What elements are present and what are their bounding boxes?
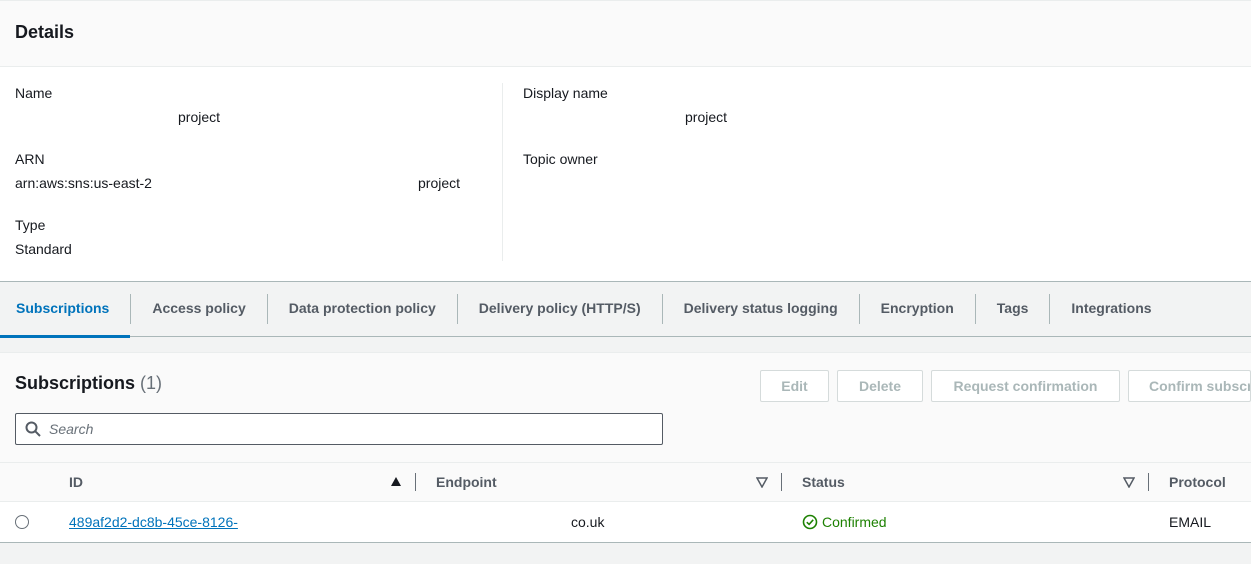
check-circle-icon [802, 514, 818, 530]
details-column-divider [502, 83, 503, 261]
tab-delivery-status-logging[interactable]: Delivery status logging [663, 281, 859, 337]
column-header-status[interactable]: Status [802, 463, 845, 501]
display-name-label: Display name [523, 85, 608, 101]
arn-field: ARN arn:aws:sns:us-east-2 project [15, 149, 495, 193]
sort-descending-icon[interactable] [756, 476, 768, 488]
arn-label: ARN [15, 151, 45, 167]
subscriptions-count: (1) [140, 373, 163, 393]
topic-owner-value [523, 173, 1003, 193]
subscriptions-title: Subscriptions (1) [15, 373, 162, 394]
name-value-text: project [178, 109, 221, 125]
details-panel: Details Name project ARN arn:aws:sns:us-… [0, 0, 1251, 281]
search-box[interactable] [15, 413, 663, 445]
arn-value: arn:aws:sns:us-east-2 project [15, 173, 495, 193]
confirm-subscription-button[interactable]: Confirm subscription [1128, 370, 1251, 402]
subscriptions-panel: Subscriptions (1) Edit Delete Request co… [0, 352, 1251, 543]
tab-delivery-policy[interactable]: Delivery policy (HTTP/S) [458, 281, 662, 337]
arn-suffix: project [418, 175, 461, 191]
request-confirmation-button[interactable]: Request confirmation [931, 370, 1120, 402]
display-name-value-text: project [685, 109, 728, 125]
subscriptions-title-text: Subscriptions [15, 373, 136, 393]
column-header-protocol[interactable]: Protocol [1169, 463, 1226, 501]
tab-subscriptions[interactable]: Subscriptions [0, 281, 131, 338]
column-separator[interactable] [781, 473, 782, 491]
display-name-field: Display name project [523, 83, 1003, 127]
display-name-value: project [523, 107, 1003, 127]
tab-data-protection-policy[interactable]: Data protection policy [268, 281, 457, 337]
column-header-id[interactable]: ID [69, 463, 83, 501]
tab-encryption[interactable]: Encryption [860, 281, 975, 337]
subscription-status-text: Confirmed [822, 514, 887, 530]
column-separator[interactable] [415, 473, 416, 491]
table-row[interactable]: 489af2d2-dc8b-45ce-8126- co.uk Confirmed… [0, 502, 1251, 543]
edit-button[interactable]: Edit [760, 370, 829, 402]
type-label: Type [15, 217, 46, 233]
sort-descending-icon[interactable] [1123, 476, 1135, 488]
row-select-radio[interactable] [15, 515, 29, 529]
details-title: Details [15, 22, 75, 42]
search-icon [25, 421, 41, 437]
delete-button[interactable]: Delete [837, 370, 923, 402]
topic-owner-field: Topic owner [523, 149, 1003, 193]
sort-ascending-icon[interactable] [390, 476, 402, 488]
name-field: Name project [15, 83, 495, 127]
search-input[interactable] [49, 421, 649, 437]
tab-tags[interactable]: Tags [976, 281, 1050, 337]
topic-tabs: Subscriptions Access policy Data protect… [0, 281, 1251, 338]
details-header: Details [0, 1, 1251, 67]
type-field: Type Standard [15, 215, 495, 259]
topic-owner-label: Topic owner [523, 151, 598, 167]
type-value: Standard [15, 241, 72, 257]
column-header-endpoint[interactable]: Endpoint [436, 463, 497, 501]
subscription-id-link[interactable]: 489af2d2-dc8b-45ce-8126- [69, 502, 238, 542]
arn-prefix: arn:aws:sns:us-east-2 [15, 175, 152, 191]
name-value: project [15, 107, 495, 127]
subscription-endpoint: co.uk [571, 514, 605, 530]
subscription-protocol: EMAIL [1169, 514, 1212, 530]
table-header: ID Endpoint Status Protocol [0, 462, 1251, 502]
name-label: Name [15, 85, 53, 101]
column-separator[interactable] [1148, 473, 1149, 491]
tab-integrations[interactable]: Integrations [1050, 281, 1172, 337]
subscription-status: Confirmed [802, 502, 887, 542]
tab-access-policy[interactable]: Access policy [131, 281, 266, 337]
